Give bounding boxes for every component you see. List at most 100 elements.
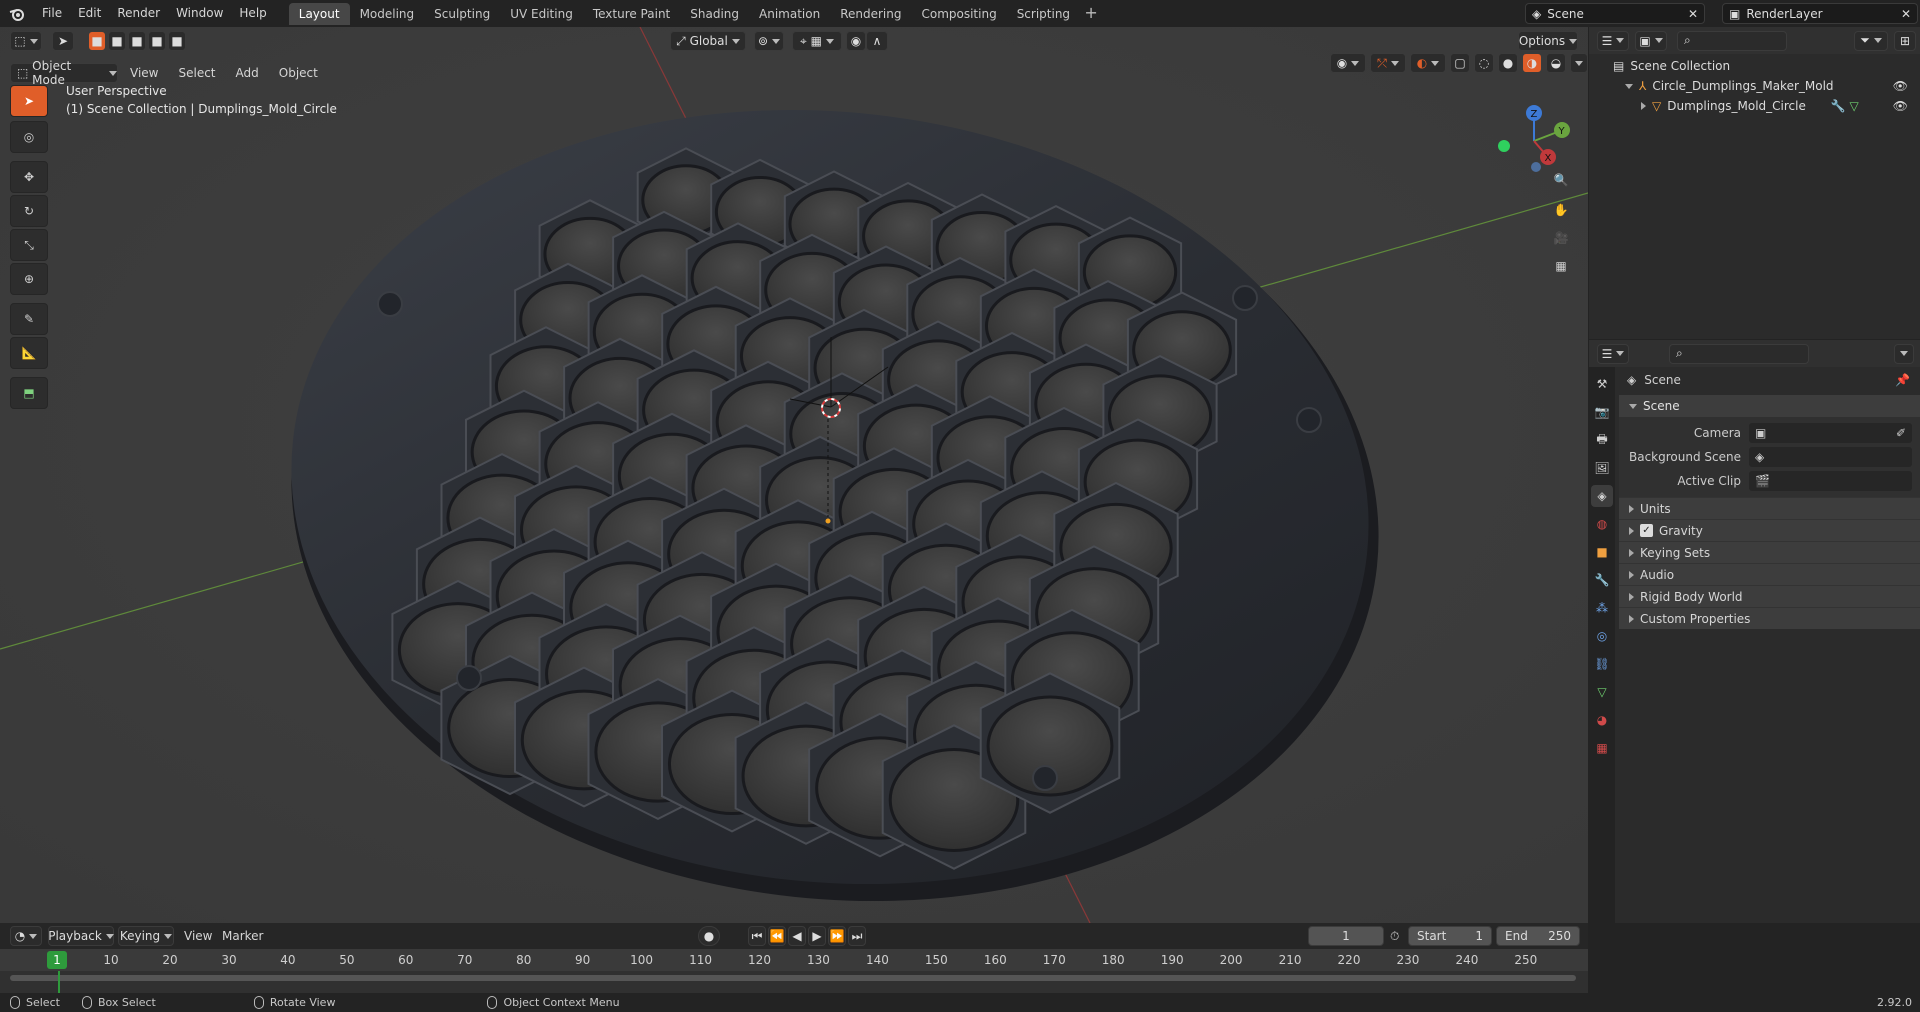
panel-keying-sets[interactable]: Keying Sets [1619,541,1920,563]
expand-icon[interactable] [1625,83,1633,89]
viewport-menu-select[interactable]: Select [170,63,223,83]
menu-render[interactable]: Render [109,0,168,27]
end-frame-field[interactable]: End 250 [1496,926,1580,946]
gizmo-toggle-icon[interactable]: ⤱ [1370,53,1406,73]
properties-editor-type-icon[interactable]: ☰ [1597,343,1629,364]
select-subtract-icon[interactable]: ■ [128,31,146,51]
start-frame-field[interactable]: Start 1 [1408,926,1492,946]
camera-field[interactable]: ▣ ✐ [1749,423,1912,443]
select-intersect-icon[interactable]: ■ [168,31,186,51]
next-keyframe-icon[interactable]: ⏩ [828,926,846,946]
tab-scripting[interactable]: Scripting [1007,3,1080,25]
panel-audio[interactable]: Audio [1619,563,1920,585]
select-tool-icon[interactable]: ➤ [52,31,74,51]
eye-icon[interactable]: 👁 [1893,79,1908,93]
panel-custom-properties[interactable]: Custom Properties [1619,607,1920,629]
gravity-checkbox[interactable]: ✓ [1640,524,1653,537]
modifier-icon[interactable]: 🔧 [1831,99,1846,113]
overlay-toggle-icon[interactable]: ◐ [1410,53,1446,73]
xray-icon[interactable]: ▢ [1450,53,1470,73]
zoom-icon[interactable]: 🔍 [1548,167,1574,193]
play-icon[interactable]: ▶ [808,926,826,946]
panel-gravity[interactable]: ✓ Gravity [1619,519,1920,541]
tab-animation[interactable]: Animation [749,3,830,25]
tab-modeling[interactable]: Modeling [350,3,425,25]
outliner-row-scene-collection[interactable]: ▤ Scene Collection [1589,56,1920,76]
active-clip-field[interactable]: 🎬 [1749,471,1912,491]
solid-shading-icon[interactable]: ● [1498,53,1518,73]
pan-hand-icon[interactable]: ✋ [1548,197,1574,223]
menu-window[interactable]: Window [168,0,231,27]
proportional-edit-icon[interactable]: ◉ [846,31,866,51]
material-shading-icon[interactable]: ◑ [1522,53,1542,73]
tool-transform[interactable]: ⊕ [10,263,48,295]
timeline[interactable]: ◔ Playback Keying View Marker ● ⏮ ⏪ ◀ ▶ … [0,923,1588,993]
menu-edit[interactable]: Edit [70,0,109,27]
tool-tab-icon[interactable]: ⚒ [1591,373,1613,395]
frame-ruler[interactable]: 1 10 20 30 40 50 60 70 80 90 100 110 120 130 140 150 16… [0,949,1588,971]
pin-icon[interactable]: 📌 [1895,373,1910,387]
3d-viewport[interactable]: ⬚ ➤ ■ ■ ■ ■ ■ ⤢ Global ⊚ ⌖ ▦ ◉ ∧ Options… [0,27,1588,923]
panel-rigid-body-world[interactable]: Rigid Body World [1619,585,1920,607]
new-collection-icon[interactable]: ⊞ [1894,30,1916,51]
mesh-data-icon[interactable]: ▽ [1850,99,1859,113]
outliner-editor-type-icon[interactable]: ☰ [1597,30,1629,51]
world-tab-icon[interactable]: ◍ [1591,513,1613,535]
tool-cursor[interactable]: ◎ [10,121,48,153]
tool-add-cube[interactable]: ⬒ [10,377,48,409]
options-button[interactable]: Options [1518,31,1578,51]
play-reverse-icon[interactable]: ◀ [788,926,806,946]
viewport-menu-view[interactable]: View [122,63,166,83]
tool-annotate[interactable]: ✎ [10,303,48,335]
constraints-tab-icon[interactable]: ⛓ [1591,653,1613,675]
stopwatch-icon[interactable]: ⏱ [1390,929,1399,944]
eyedropper-icon[interactable]: ✐ [1896,426,1906,440]
tab-layout[interactable]: Layout [288,2,350,25]
tool-rotate[interactable]: ↻ [10,195,48,227]
menu-help[interactable]: Help [231,0,274,27]
viewport-menu-object[interactable]: Object [271,63,326,83]
outliner-search-input[interactable]: ⌕ [1677,30,1787,51]
falloff-icon[interactable]: ∧ [866,31,888,51]
blender-logo-icon[interactable] [0,0,34,27]
background-scene-field[interactable]: ◈ [1749,447,1912,467]
editor-type-button[interactable]: ⬚ [10,31,42,51]
display-mode-icon[interactable]: ▣ [1635,30,1667,51]
scene-selector[interactable]: ◈ Scene ✕ [1525,3,1705,24]
playhead-frame-indicator[interactable]: 1 [47,951,67,969]
playback-dropdown[interactable]: Playback [48,926,114,946]
tab-compositing[interactable]: Compositing [911,3,1006,25]
panel-scene[interactable]: Scene [1619,395,1920,417]
tab-sculpting[interactable]: Sculpting [424,3,500,25]
properties-options-icon[interactable] [1894,343,1914,364]
tool-scale[interactable]: ⤡ [10,229,48,261]
wireframe-shading-icon[interactable]: ◌ [1474,53,1494,73]
outliner[interactable]: ☰ ▣ ⌕ ⏷ ⊞ ▤ Scene Collection ⅄ Circle_Du… [1589,27,1920,339]
menu-file[interactable]: File [34,0,70,27]
close-icon[interactable]: ✕ [1688,7,1698,21]
particles-tab-icon[interactable]: ⁂ [1591,597,1613,619]
tab-uv-editing[interactable]: UV Editing [500,3,583,25]
record-icon[interactable]: ● [698,926,720,946]
output-tab-icon[interactable]: 🖶 [1591,429,1613,451]
keying-dropdown[interactable]: Keying [118,926,174,946]
render-tab-icon[interactable]: 📷 [1591,401,1613,423]
timeline-scrollbar[interactable] [10,975,1576,981]
timeline-menu-marker[interactable]: Marker [214,923,271,949]
add-workspace-button[interactable]: + [1080,3,1102,25]
outliner-row-collection[interactable]: ⅄ Circle_Dumplings_Maker_Mold 👁 [1589,76,1920,96]
shading-options-icon[interactable] [1570,53,1588,73]
camera-view-icon[interactable]: 🎥 [1548,225,1574,251]
tab-texture-paint[interactable]: Texture Paint [583,3,680,25]
properties-search-input[interactable]: ⌕ [1669,343,1809,364]
close-icon[interactable]: ✕ [1901,7,1911,21]
perspective-toggle-icon[interactable]: ▦ [1548,253,1574,279]
properties-editor[interactable]: ☰ ⌕ ⚒ 📷 🖶 🖼 ◈ ◍ ■ 🔧 ⁂ ◎ ⛓ ▽ ◕ ▦ ◈ Scene … [1589,340,1920,923]
expand-icon[interactable] [1641,102,1646,110]
tool-move[interactable]: ✥ [10,161,48,193]
rendered-shading-icon[interactable]: ◒ [1546,53,1566,73]
view-layer-tab-icon[interactable]: 🖼 [1591,457,1613,479]
texture-tab-icon[interactable]: ▦ [1591,737,1613,759]
viewport-menu-add[interactable]: Add [228,63,267,83]
visibility-icon[interactable]: ◉ [1330,53,1366,73]
